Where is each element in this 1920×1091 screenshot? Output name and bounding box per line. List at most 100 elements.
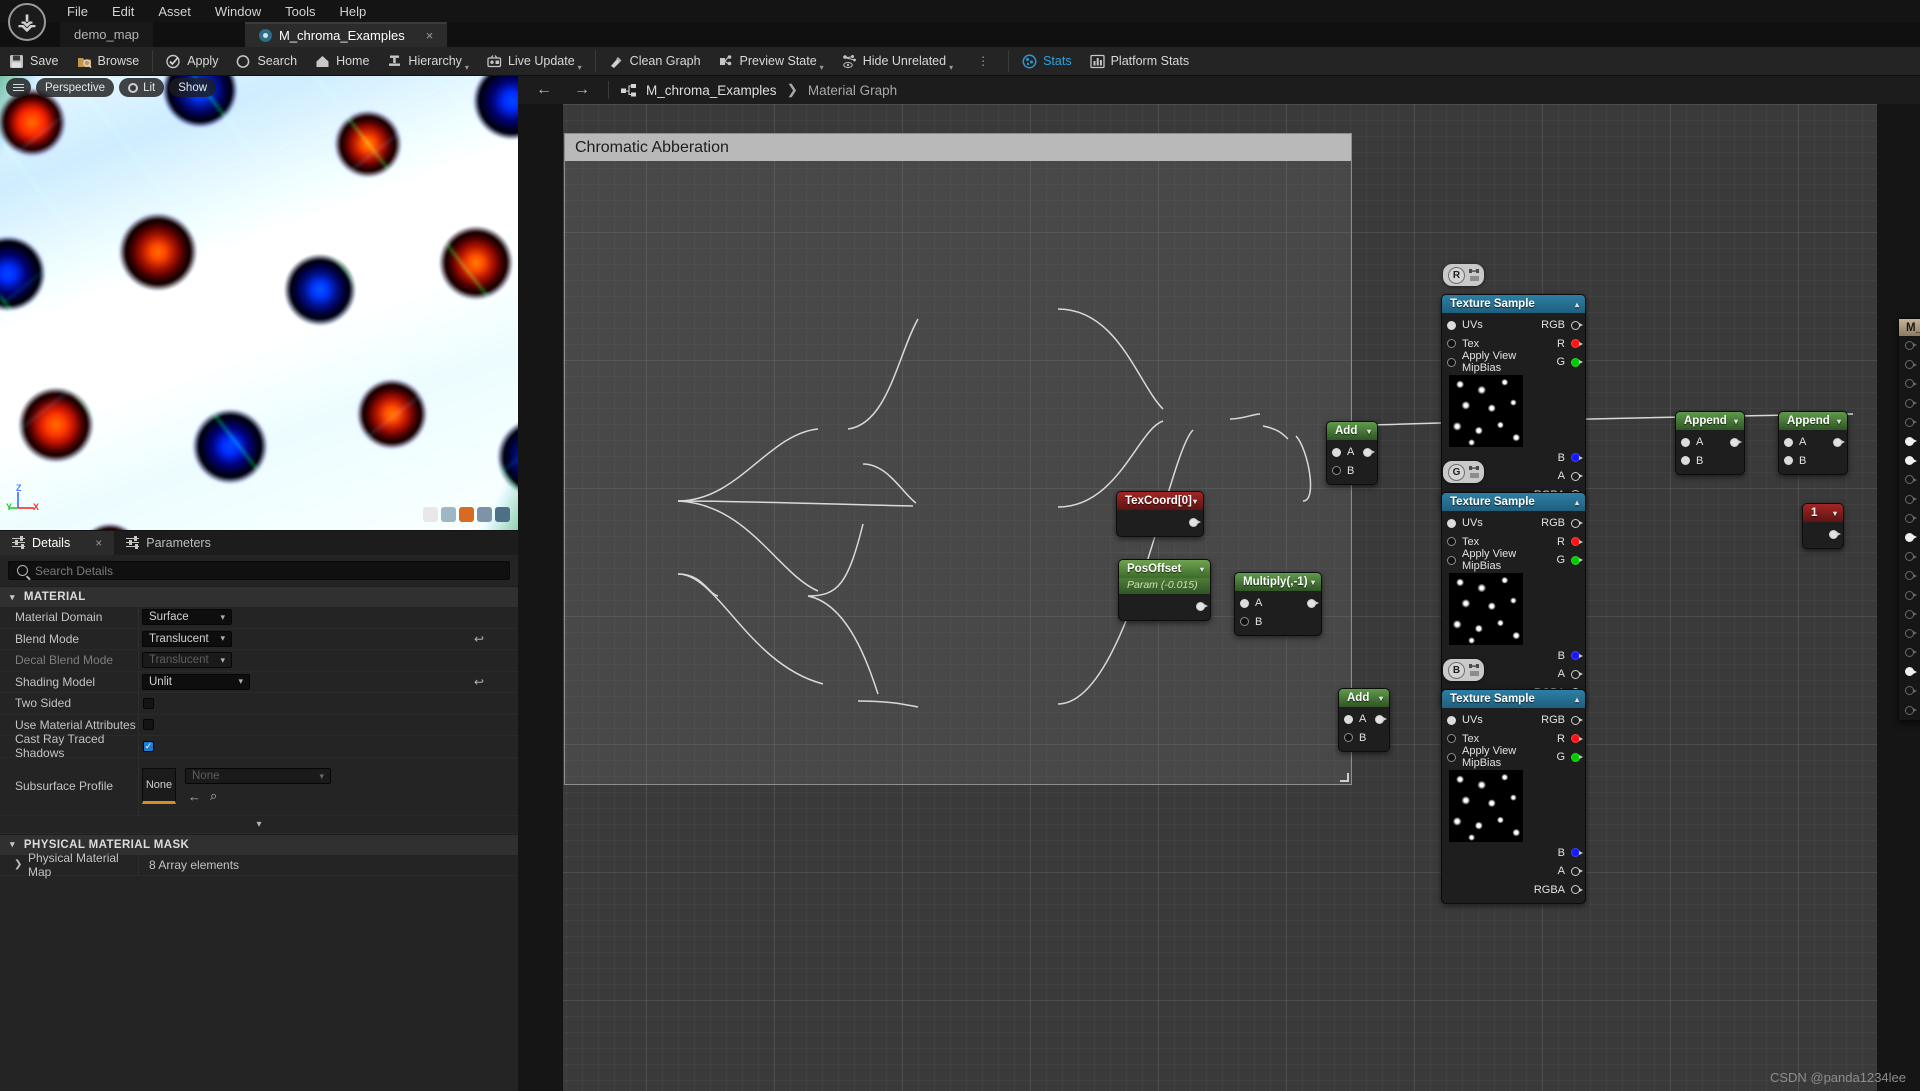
output-pin[interactable] xyxy=(1196,601,1208,611)
chevron-right-icon[interactable]: ❯ xyxy=(14,859,22,870)
checkbox-use-material-attributes[interactable] xyxy=(143,719,154,731)
chevron-down-icon[interactable]: ▾ xyxy=(949,63,953,72)
graph-node-add2[interactable]: Add ▾ A B xyxy=(1338,688,1390,752)
node-header[interactable]: Append ▾ xyxy=(1676,412,1744,430)
output-pin[interactable] xyxy=(1307,598,1319,608)
chevron-down-icon[interactable]: ▾ xyxy=(1734,417,1738,426)
toolbar-button-browse[interactable]: Browse xyxy=(68,47,149,76)
chevron-down-icon[interactable]: ▾ xyxy=(1837,417,1841,426)
node-header[interactable]: Multiply(,-1) ▾ xyxy=(1235,573,1321,591)
result-pin-dot[interactable] xyxy=(1905,360,1917,370)
details-section-material[interactable]: ▾ MATERIAL xyxy=(0,586,518,607)
tab-demo-map[interactable]: demo_map xyxy=(60,22,154,47)
plane-preview-icon[interactable] xyxy=(459,507,474,522)
output-pin[interactable] xyxy=(1571,651,1583,661)
input-pin[interactable] xyxy=(1447,555,1456,565)
result-pin-dot[interactable] xyxy=(1905,552,1917,562)
output-pin[interactable] xyxy=(1571,715,1583,725)
result-pin-subsurface-color[interactable]: Subsurface Color xyxy=(1899,585,1920,604)
chevron-down-icon[interactable]: ▾ xyxy=(1193,497,1197,506)
output-pin[interactable] xyxy=(1189,517,1201,527)
input-pin[interactable] xyxy=(1240,598,1249,608)
output-pin[interactable] xyxy=(1833,437,1845,447)
tab-parameters[interactable]: Parameters xyxy=(114,531,223,555)
result-pin-dot[interactable] xyxy=(1905,648,1917,658)
input-pin[interactable] xyxy=(1681,437,1690,447)
revert-icon[interactable]: ↩ xyxy=(474,675,484,689)
viewport-show-button[interactable]: Show xyxy=(169,78,217,97)
chevron-down-icon[interactable]: ▾ xyxy=(1311,578,1315,587)
asset-picker-dropdown[interactable]: None ▾ xyxy=(185,768,331,784)
menu-item-tools[interactable]: Tools xyxy=(273,2,327,21)
result-pin-emissive-color[interactable]: Emissive Color xyxy=(1899,432,1920,451)
comment-box[interactable]: Chromatic Abberation xyxy=(564,133,1352,785)
input-pin[interactable] xyxy=(1784,437,1793,447)
chevron-down-icon[interactable]: ▾ xyxy=(1367,427,1371,436)
output-pin[interactable] xyxy=(1571,866,1583,876)
node-header[interactable]: Texture Sample ▴ xyxy=(1442,690,1585,708)
graph-node-append1[interactable]: Append ▾ A B xyxy=(1675,411,1745,475)
browse-to-asset-icon[interactable]: ⌕ xyxy=(210,788,217,804)
output-pin[interactable] xyxy=(1571,734,1583,744)
revert-icon[interactable]: ↩ xyxy=(474,632,484,646)
chevron-down-icon[interactable]: ▾ xyxy=(1833,509,1837,518)
tab-details[interactable]: Details × xyxy=(0,531,115,555)
cylinder-preview-icon[interactable] xyxy=(477,507,492,522)
result-pin-dot[interactable] xyxy=(1905,456,1917,466)
output-pin[interactable] xyxy=(1571,848,1583,858)
input-pin[interactable] xyxy=(1447,320,1456,330)
menu-item-window[interactable]: Window xyxy=(203,2,273,21)
result-pin-dot[interactable] xyxy=(1905,628,1917,638)
result-pin-custom-data-0[interactable]: Custom Data 0 xyxy=(1899,605,1920,624)
result-pin-dot[interactable] xyxy=(1905,379,1917,389)
result-pin-anisotropy[interactable]: Anisotropy xyxy=(1899,413,1920,432)
input-pin[interactable] xyxy=(1344,733,1353,743)
checkbox-two-sided[interactable] xyxy=(143,697,154,709)
result-pin-dot[interactable] xyxy=(1905,417,1917,427)
result-pin-dot[interactable] xyxy=(1905,609,1917,619)
output-pin[interactable] xyxy=(1829,529,1841,539)
toolbar-button-hierarchy[interactable]: Hierarchy ▾ xyxy=(378,47,478,76)
toolbar-button--[interactable]: ⋮ xyxy=(962,47,1004,76)
graph-node-const1[interactable]: 1 ▾ xyxy=(1802,503,1844,549)
close-icon[interactable]: × xyxy=(426,28,434,43)
toolbar-button-search[interactable]: Search xyxy=(227,47,306,76)
viewport-menu-button[interactable] xyxy=(6,78,31,97)
arrow-left-icon[interactable]: ← xyxy=(530,81,558,99)
resize-grip-icon[interactable] xyxy=(1340,773,1349,782)
arrow-right-icon[interactable]: → xyxy=(568,81,596,99)
result-pin-custom-data-1[interactable]: Custom Data 1 xyxy=(1899,624,1920,643)
graph-node-add1[interactable]: Add ▾ A B xyxy=(1326,421,1378,485)
chevron-down-icon[interactable]: ▾ xyxy=(1379,694,1383,703)
node-header[interactable]: Append ▾ xyxy=(1779,412,1847,430)
breadcrumb-asset[interactable]: M_chroma_Examples xyxy=(646,83,777,98)
node-header[interactable]: TexCoord[0] ▾ xyxy=(1117,492,1203,510)
chevron-up-icon[interactable]: ▴ xyxy=(1575,695,1579,704)
breadcrumb-page[interactable]: Material Graph xyxy=(808,83,897,98)
node-header[interactable]: PosOffset ▾ xyxy=(1119,560,1210,578)
dropdown-blend-mode[interactable]: Translucent ▾ xyxy=(142,630,232,647)
search-input[interactable] xyxy=(35,563,501,578)
input-pin[interactable] xyxy=(1447,339,1456,349)
toolbar-button-clean-graph[interactable]: Clean Graph xyxy=(600,47,710,76)
result-pin-dot[interactable] xyxy=(1905,705,1917,715)
result-pin-dot[interactable] xyxy=(1905,494,1917,504)
expand-advanced-button[interactable]: ▾ xyxy=(0,816,518,834)
result-pin-dot[interactable] xyxy=(1905,532,1917,542)
result-pin-world-displacement[interactable]: World Displacement xyxy=(1899,547,1920,566)
result-pin-dot[interactable] xyxy=(1905,571,1917,581)
toolbar-button-home[interactable]: Home xyxy=(306,47,378,76)
graph-node-append2[interactable]: Append ▾ A B xyxy=(1778,411,1848,475)
result-pin-dot[interactable] xyxy=(1905,437,1917,447)
use-selected-asset-icon[interactable]: ← xyxy=(188,789,201,804)
toolbar-button-save[interactable]: Save xyxy=(0,47,68,76)
menu-item-help[interactable]: Help xyxy=(327,2,378,21)
cube-preview-icon[interactable] xyxy=(423,507,438,522)
output-pin[interactable] xyxy=(1571,555,1583,565)
output-pin[interactable] xyxy=(1571,320,1583,330)
result-pin-refraction[interactable]: Refraction xyxy=(1899,662,1920,681)
close-icon[interactable]: × xyxy=(95,536,102,550)
output-pin[interactable] xyxy=(1571,537,1583,547)
graph-canvas[interactable]: Chromatic Abberation Texture Sample ▴ UV… xyxy=(518,104,1920,1091)
input-pin[interactable] xyxy=(1784,456,1793,466)
